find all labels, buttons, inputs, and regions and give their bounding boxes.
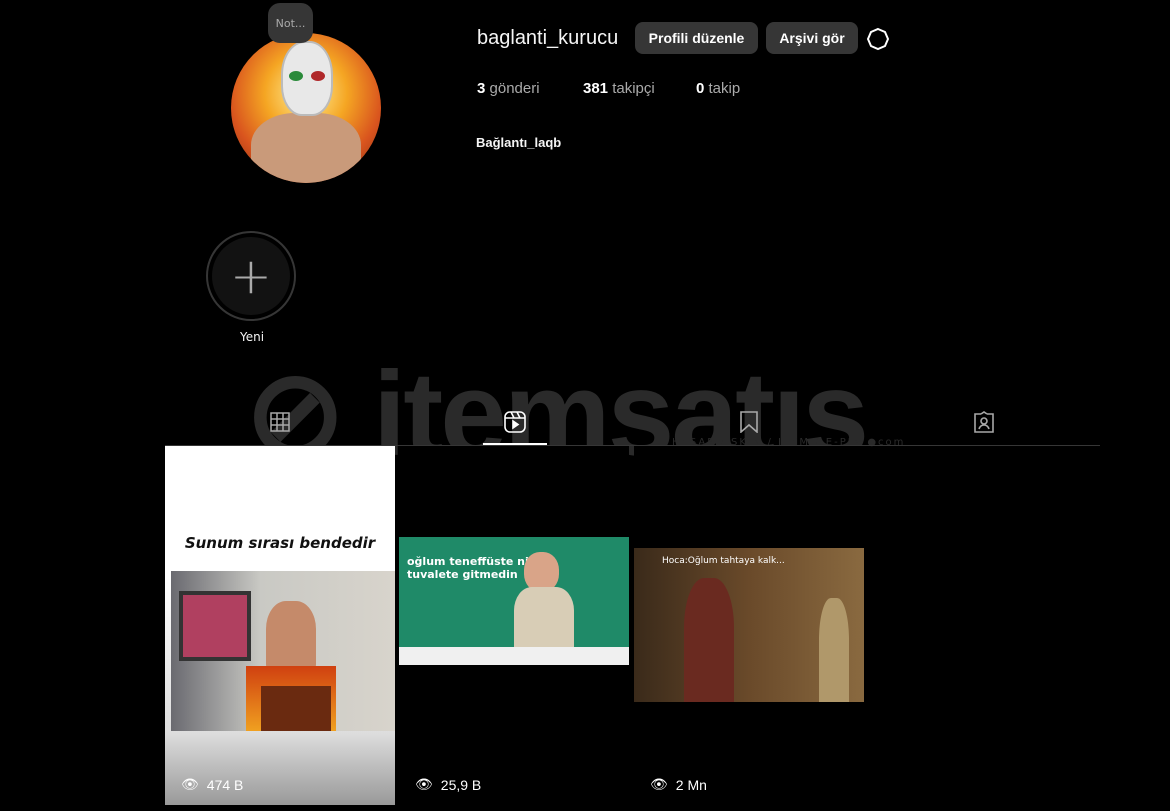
reel-tile[interactable]: oğlum teneffüste niye tuvalete gitmedin … [399, 446, 629, 805]
eye-icon: 👁 [650, 776, 668, 792]
tagged-icon [974, 411, 994, 433]
active-tab-indicator [483, 443, 547, 445]
bookmark-icon [740, 411, 758, 433]
bio-name: Bağlantı_laqb [476, 135, 562, 150]
tab-saved[interactable] [737, 410, 761, 434]
note-text: Not... [275, 16, 306, 30]
view-count: 👁 474 B [181, 776, 244, 793]
reel-tile[interactable]: Sunum sırası bendedir 👁 474 B [165, 446, 395, 805]
view-archive-button[interactable]: Arşivi gör [766, 22, 858, 54]
view-count: 👁 2 Mn [650, 776, 707, 793]
profile-avatar[interactable] [231, 33, 381, 183]
reel-caption: Hoca:Oğlum tahtaya kalk... [662, 556, 785, 566]
view-count: 👁 25,9 B [415, 776, 482, 793]
plus-icon: + [212, 237, 290, 315]
reel-tile[interactable]: Hoca:Oğlum tahtaya kalk... 👁 2 Mn [634, 446, 864, 805]
eye-icon: 👁 [415, 776, 433, 792]
tab-posts[interactable] [268, 410, 292, 434]
reel-caption: Sunum sırası bendedir [184, 534, 376, 552]
following-link[interactable]: 0 takip [696, 80, 740, 97]
reel-thumbnail: Hoca:Oğlum tahtaya kalk... [634, 548, 864, 702]
edit-profile-button[interactable]: Profili düzenle [635, 22, 758, 54]
eye-icon: 👁 [181, 776, 199, 792]
posts-count: 3 gönderi [477, 80, 540, 97]
tab-tagged[interactable] [972, 410, 996, 434]
reel-thumbnail [171, 571, 395, 731]
reel-thumbnail: oğlum teneffüste niye tuvalete gitmedin [399, 537, 629, 665]
tab-reels[interactable] [503, 410, 527, 434]
note-bubble[interactable]: Not... [268, 3, 313, 43]
grid-icon [270, 412, 290, 432]
new-highlight-label: Yeni [240, 330, 265, 344]
new-highlight-button[interactable]: + [206, 231, 296, 321]
reels-icon [504, 411, 526, 433]
settings-gear-icon[interactable] [866, 27, 890, 51]
username: baglanti_kurucu [477, 27, 619, 49]
followers-link[interactable]: 381 takipçi [583, 80, 655, 97]
